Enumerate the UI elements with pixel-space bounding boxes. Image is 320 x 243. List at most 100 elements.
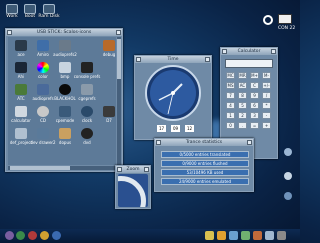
close-gadget-icon[interactable] (156, 140, 161, 145)
calc-button[interactable]: MR (238, 72, 247, 79)
close-gadget-icon[interactable] (136, 57, 141, 62)
zoom-titlebar[interactable]: Zoom (116, 166, 150, 173)
calc-button[interactable]: 0 (226, 122, 235, 129)
dock-tool-icon[interactable] (277, 231, 286, 240)
trance-titlebar[interactable]: Trance statistics (155, 139, 253, 146)
dock-sphere-icon[interactable] (16, 231, 25, 240)
file-icon[interactable]: audioprefs2 (53, 40, 77, 62)
time-field-seconds[interactable]: 12 (185, 125, 194, 132)
time-field-hours[interactable]: 17 (157, 125, 166, 132)
file-icon[interactable]: cpemode (55, 106, 75, 128)
calc-button[interactable]: 3 (250, 112, 259, 119)
desktop-wheel-icon[interactable] (284, 192, 292, 200)
calc-button[interactable]: 9 (250, 92, 259, 99)
drawer-icon (37, 84, 49, 95)
file-icon[interactable]: console prefs (74, 62, 100, 84)
usb-window-titlebar[interactable]: USB STICK: Scalos-icons (6, 29, 122, 36)
vertical-scrollbar[interactable] (117, 37, 121, 165)
file-label: console prefs (73, 74, 101, 79)
desktop-icon-boot[interactable]: Boot (22, 4, 38, 19)
file-icon[interactable]: bmp (55, 62, 75, 84)
file-icon[interactable]: color (33, 62, 53, 84)
magnifier-icon[interactable] (263, 15, 273, 25)
calc-button[interactable]: . (238, 122, 247, 129)
desktop-wheel-icon[interactable] (284, 172, 292, 180)
file-label: audioprefs (32, 96, 54, 101)
depth-gadget-icon[interactable] (247, 140, 252, 145)
time-field-minutes[interactable]: 09 (171, 125, 180, 132)
file-icon[interactable]: ATC (11, 84, 31, 106)
file-icon[interactable]: Ahi (11, 62, 31, 84)
close-gadget-icon[interactable] (7, 30, 12, 35)
calc-button[interactable]: 6 (250, 102, 259, 109)
depth-gadget-icon[interactable] (116, 30, 121, 35)
calculator-titlebar[interactable]: Calculator (221, 48, 277, 55)
dock-sphere-icon[interactable] (52, 231, 61, 240)
close-gadget-icon[interactable] (222, 49, 227, 54)
drawer-icon (15, 84, 27, 95)
dock-sphere-icon[interactable] (28, 231, 37, 240)
file-icon[interactable]: dev drawer2 (30, 128, 56, 150)
calc-button[interactable]: +/- (262, 82, 271, 89)
calc-button[interactable]: = (250, 122, 259, 129)
file-label: cpemode (55, 118, 75, 123)
calc-button[interactable]: 2 (238, 112, 247, 119)
file-icon[interactable]: BLACKHOL (54, 84, 76, 106)
file-icon[interactable]: clock (77, 106, 97, 128)
zoom-window[interactable]: Zoom (115, 165, 151, 209)
calc-button[interactable]: 8 (238, 92, 247, 99)
dock-tool-icon[interactable] (229, 231, 238, 240)
file-icon[interactable]: ace (11, 40, 31, 62)
depth-gadget-icon[interactable] (205, 57, 210, 62)
screen-depth-icon[interactable] (278, 14, 292, 24)
horizontal-scrollbar[interactable] (8, 166, 116, 170)
calc-button[interactable]: MS (226, 82, 235, 89)
calc-button[interactable]: * (262, 102, 271, 109)
file-icon[interactable]: Amiro (33, 40, 53, 62)
calc-button[interactable]: 1 (226, 112, 235, 119)
file-label: ace (17, 52, 25, 57)
file-icon[interactable]: calculator (11, 106, 31, 128)
desktop-icon-work[interactable]: Work (4, 4, 20, 19)
ramdisk-icon (43, 4, 55, 14)
trance-statistics-window[interactable]: Trance statistics 0/5000 entries transla… (154, 138, 254, 192)
depth-gadget-icon[interactable] (144, 167, 149, 172)
file-icon[interactable]: CD (33, 106, 53, 128)
file-icon[interactable]: dopus (55, 128, 75, 150)
file-icon[interactable]: debug (99, 40, 119, 62)
dock-sphere-icon[interactable] (40, 231, 49, 240)
calc-button[interactable]: MC (226, 72, 235, 79)
calc-button[interactable]: C (250, 82, 259, 89)
file-icon[interactable]: dvd (77, 128, 97, 150)
desktop-icon-ramdisk[interactable]: Ram Disk (38, 4, 60, 19)
time-window-titlebar[interactable]: Time (135, 56, 211, 63)
dock-tool-icon[interactable] (253, 231, 262, 240)
calc-button[interactable]: M+ (250, 72, 259, 79)
trance-stat-translated: 0/5000 entries translated (161, 151, 249, 158)
calc-button[interactable]: + (262, 122, 271, 129)
calc-button[interactable]: 7 (226, 92, 235, 99)
calc-button[interactable]: M- (262, 72, 271, 79)
dock-tool-icon[interactable] (241, 231, 250, 240)
calc-button[interactable]: AC (238, 82, 247, 89)
dock-tool-icon[interactable] (217, 231, 226, 240)
dock-tool-icon[interactable] (205, 231, 214, 240)
desktop-wheel-icon[interactable] (284, 148, 292, 156)
file-icon[interactable]: def_project (10, 128, 32, 150)
dock-tool-icon[interactable] (265, 231, 274, 240)
calc-button[interactable]: / (262, 92, 271, 99)
file-icon[interactable]: D7 (99, 106, 119, 128)
calc-button[interactable]: 5 (238, 102, 247, 109)
scrollbar-thumb[interactable] (10, 166, 70, 170)
usb-icon-area: ace Amiro audioprefs2 debug Ahi color bm… (8, 37, 116, 165)
usb-stick-window[interactable]: USB STICK: Scalos-icons ace Amiro audiop… (5, 28, 123, 172)
dock-sphere-icon[interactable] (5, 231, 14, 240)
time-window[interactable]: Time 17 09 12 (134, 55, 212, 140)
scrollbar-thumb[interactable] (117, 39, 121, 79)
depth-gadget-icon[interactable] (271, 49, 276, 54)
file-icon[interactable]: audioprefs (32, 84, 54, 106)
close-gadget-icon[interactable] (117, 167, 122, 172)
calc-button[interactable]: - (262, 112, 271, 119)
calc-button[interactable]: 4 (226, 102, 235, 109)
file-icon[interactable]: cgeprefs (77, 84, 97, 106)
